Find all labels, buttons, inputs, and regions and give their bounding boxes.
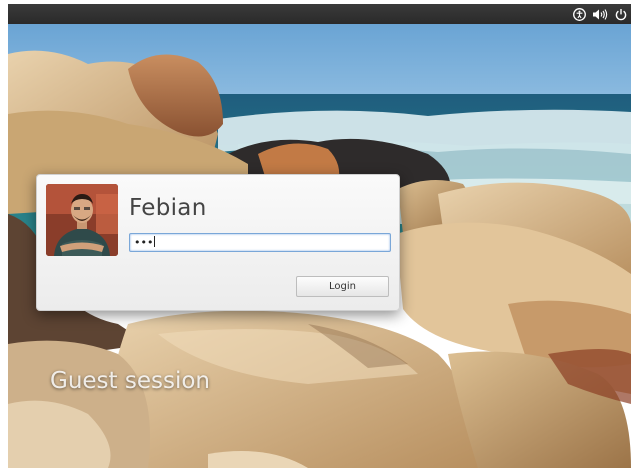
indicator-area [571, 4, 631, 24]
login-card: Febian ••• Login [36, 174, 400, 311]
power-icon[interactable] [613, 6, 629, 22]
frame-left [0, 0, 8, 472]
user-name: Febian [129, 195, 207, 221]
frame-top [0, 0, 631, 4]
accessibility-icon[interactable] [571, 6, 587, 22]
user-avatar [46, 184, 118, 256]
login-button[interactable]: Login [296, 276, 389, 297]
password-field[interactable]: ••• [129, 233, 391, 252]
guest-session-option[interactable]: Guest session [50, 368, 210, 394]
password-value: ••• [134, 236, 154, 249]
top-panel [8, 4, 631, 24]
frame-bottom [0, 468, 631, 472]
text-caret [154, 236, 156, 247]
volume-icon[interactable] [592, 6, 608, 22]
